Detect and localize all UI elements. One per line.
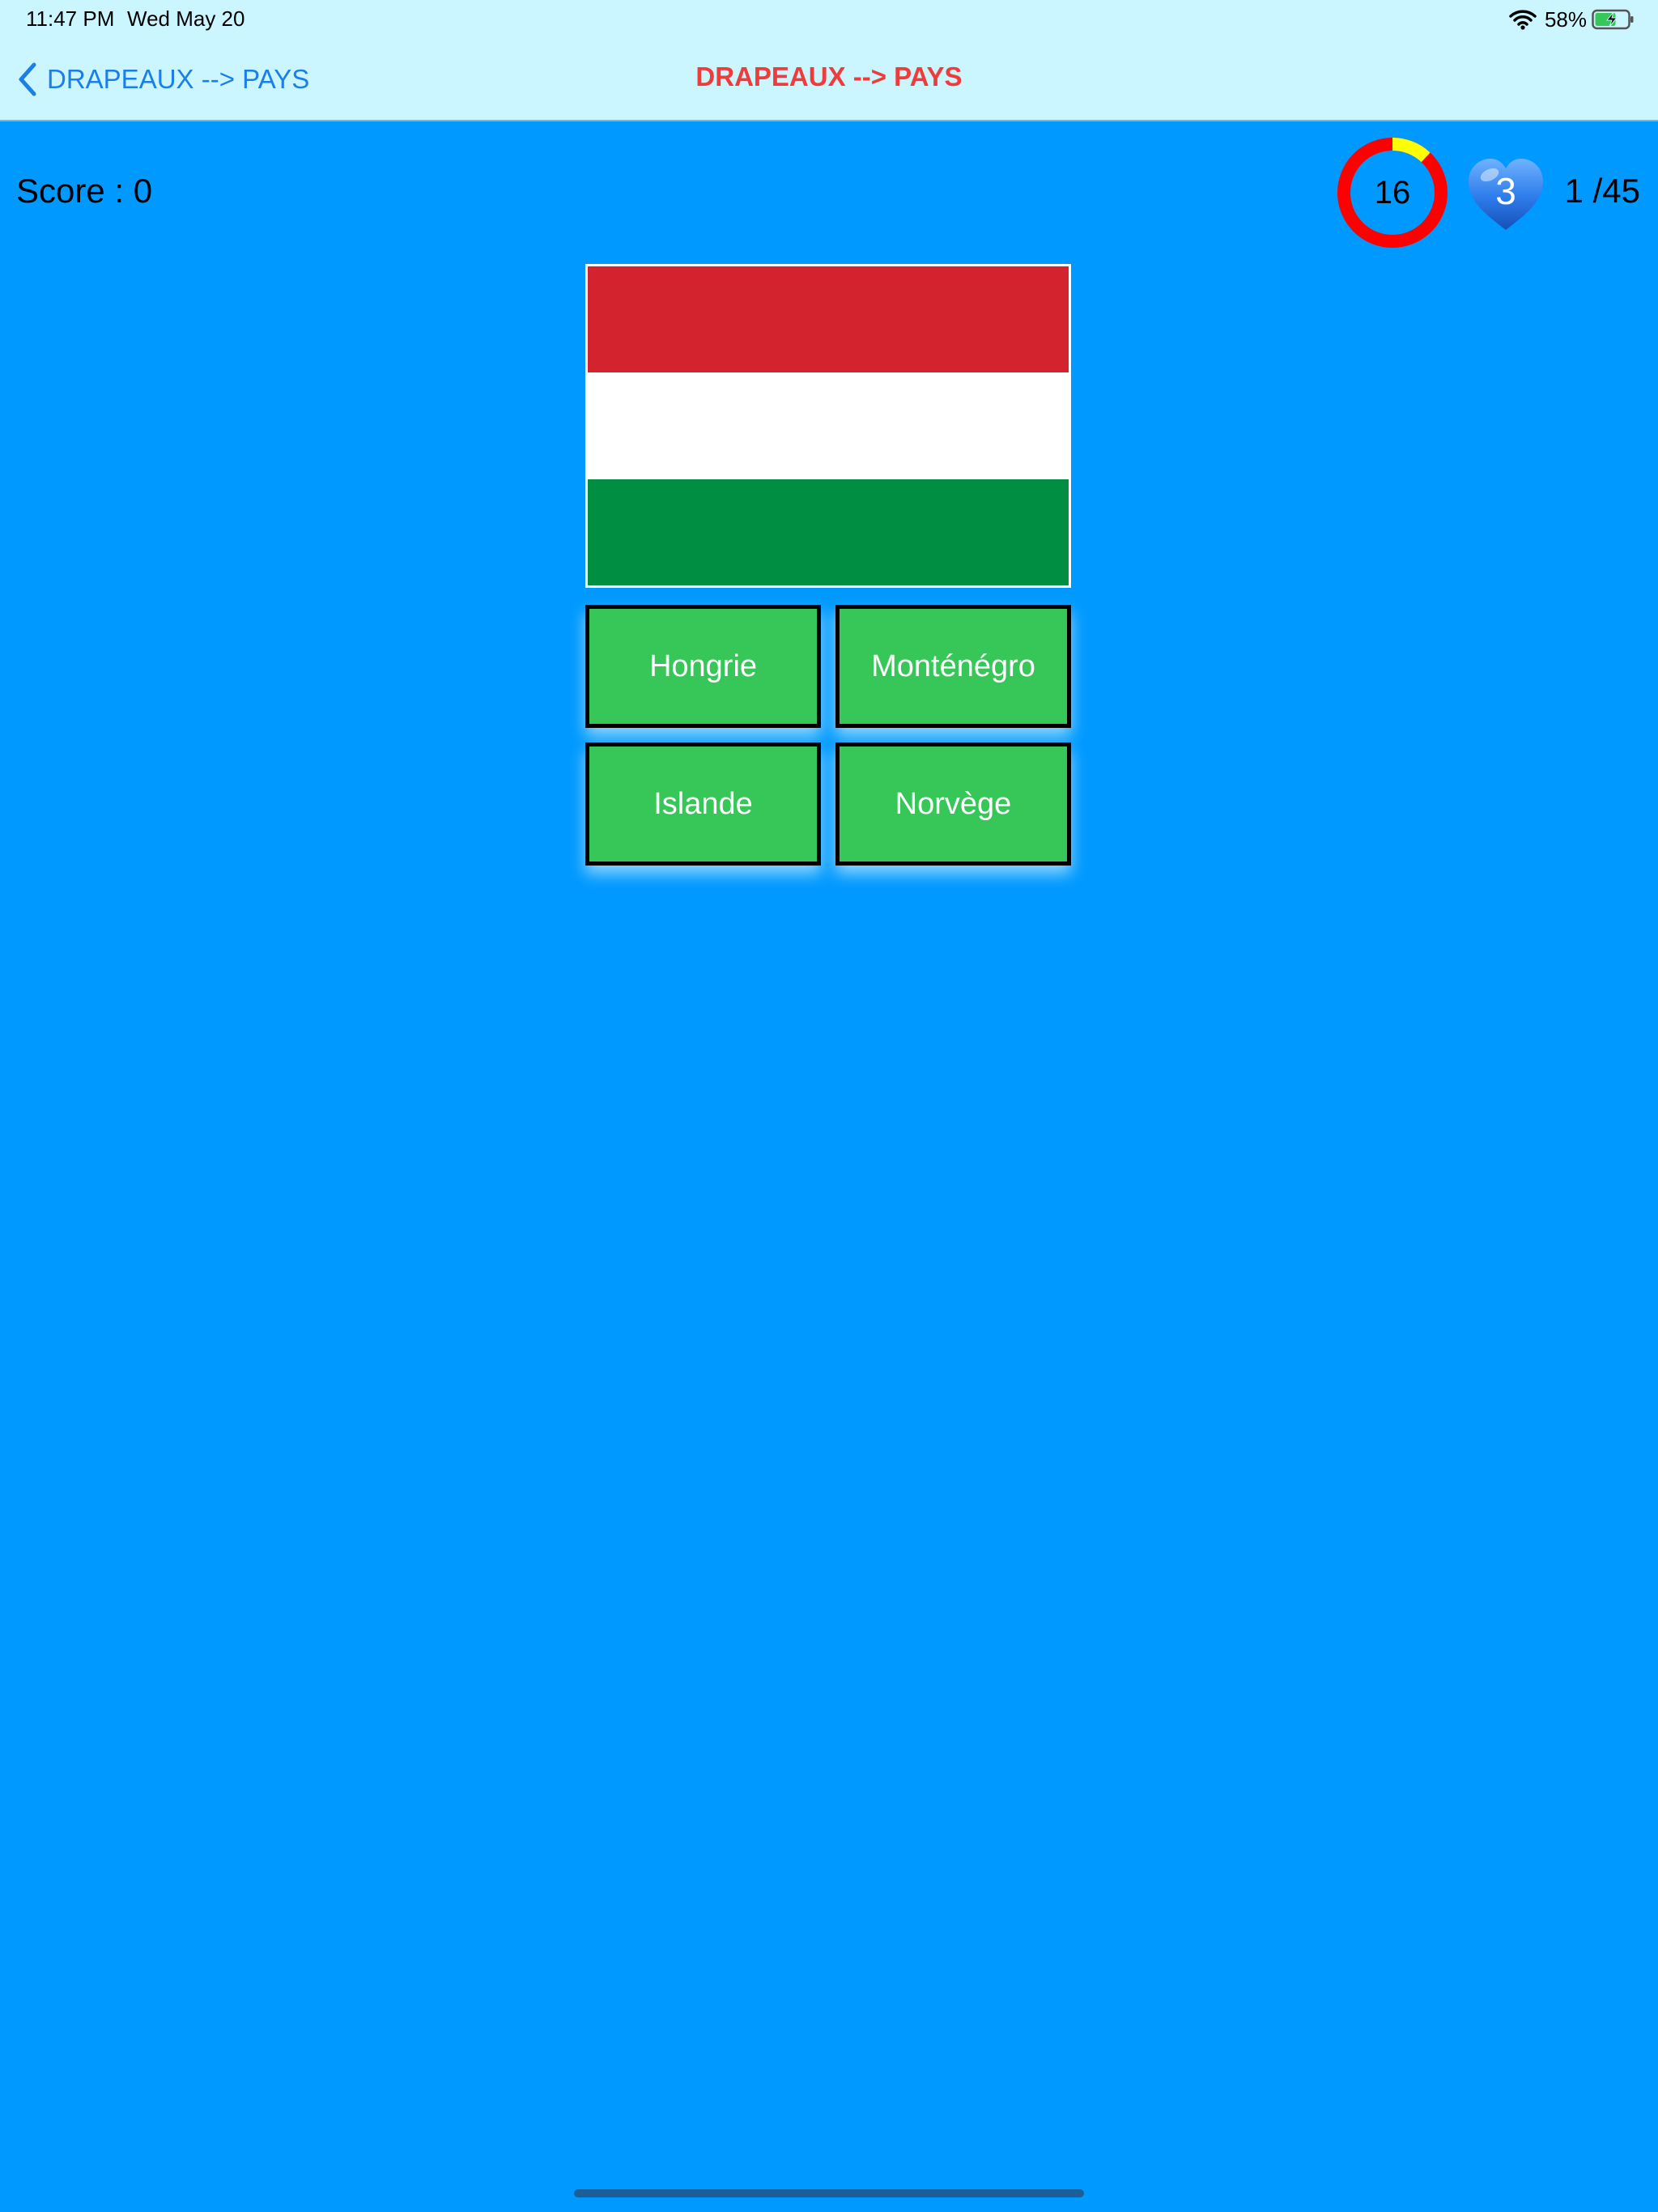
hungary-flag [585,264,1071,588]
answer-grid: Hongrie Monténégro Islande Norvège [585,605,1071,866]
lives-value: 3 [1495,170,1516,212]
home-indicator[interactable] [574,2189,1084,2197]
answer-button-4[interactable]: Norvège [835,742,1071,866]
status-date: Wed May 20 [127,6,245,31]
battery-charging-icon [1592,9,1634,30]
status-time: 11:47 PM [26,6,115,31]
battery-percent: 58% [1544,6,1587,32]
answer-button-1[interactable]: Hongrie [585,605,821,728]
question-progress: 1 /45 [1564,172,1640,210]
wifi-icon [1509,10,1537,30]
answer-button-3[interactable]: Islande [585,742,821,866]
flag-stripe-middle [588,372,1069,479]
status-indicators: 58% [1509,6,1635,32]
answer-button-2[interactable]: Monténégro [835,605,1071,728]
timer-value: 16 [1374,175,1411,211]
flag-stripe-top [588,266,1069,373]
top-bar: 11:47 PM Wed May 20 58% DRAPEAUX --> PAY… [0,0,1658,121]
score-label: Score : 0 [16,172,153,210]
flag-stripe-bottom [588,479,1069,585]
page-title: DRAPEAUX --> PAYS [695,62,963,91]
